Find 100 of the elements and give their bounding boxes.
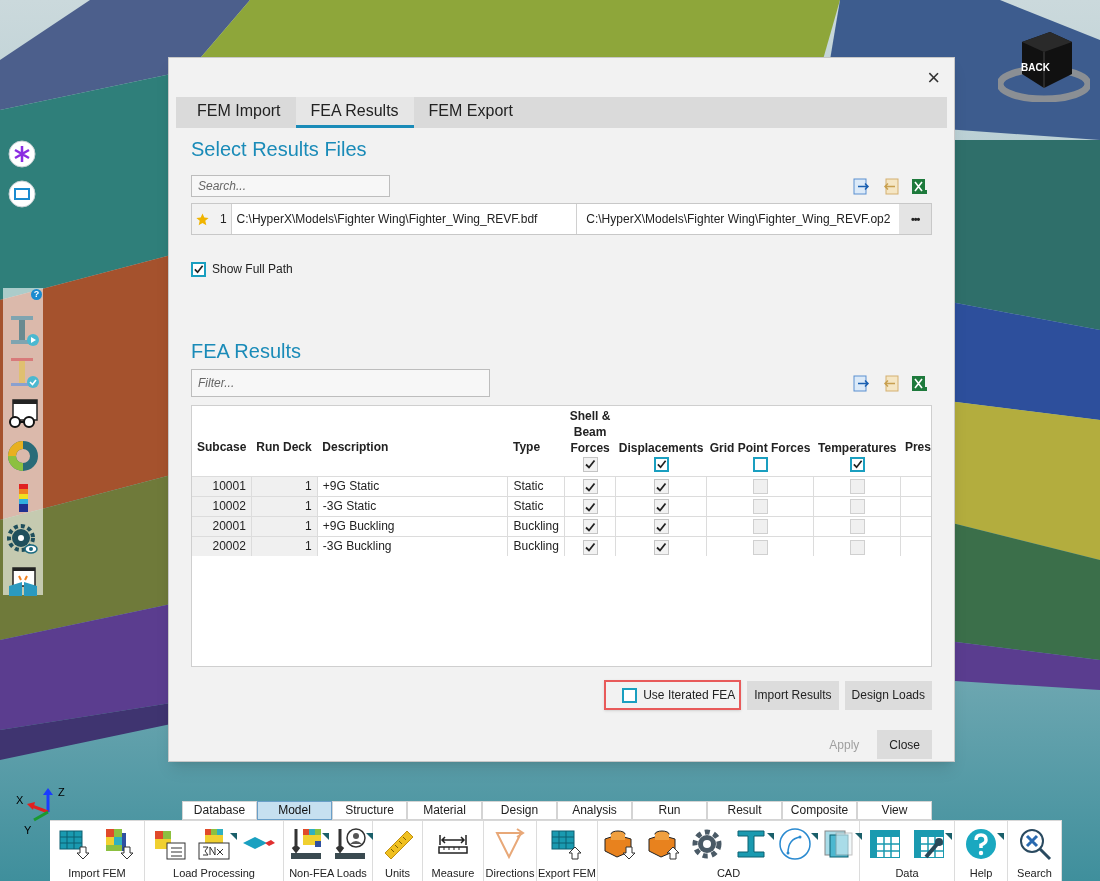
donut-chart-icon[interactable] (7, 440, 39, 472)
dropdown-corner-icon[interactable] (997, 833, 1004, 840)
export-icon[interactable] (853, 177, 870, 195)
cad-export-icon[interactable] (645, 827, 680, 861)
checkbox[interactable] (653, 499, 669, 515)
column-header[interactable]: Subcase (197, 439, 247, 454)
star-icon[interactable] (196, 212, 209, 226)
dropdown-corner-icon[interactable] (322, 833, 329, 840)
column-header[interactable]: Type (513, 439, 541, 454)
contour-load-icon[interactable] (289, 827, 323, 861)
ribbon-tab[interactable]: Composite (782, 801, 857, 820)
window-sparks-icon[interactable] (7, 566, 39, 598)
dropdown-corner-icon[interactable] (366, 833, 373, 840)
checkbox[interactable] (752, 479, 768, 495)
column-header[interactable]: Displacements (618, 439, 704, 456)
ribbon-tab[interactable]: Structure (332, 801, 407, 820)
checkbox[interactable] (849, 456, 865, 472)
spreadsheet-icon[interactable] (911, 374, 928, 392)
group-label: Directions (485, 867, 535, 880)
button[interactable]: Close (877, 730, 932, 759)
checkbox[interactable] (653, 479, 669, 495)
checkbox[interactable] (582, 479, 598, 495)
ribbon-tab[interactable]: Model (257, 801, 332, 820)
checkbox[interactable] (849, 499, 865, 515)
ribbon-tab[interactable]: Result (707, 801, 782, 820)
checkbox[interactable] (849, 539, 865, 555)
gear-eye-icon[interactable] (7, 524, 39, 556)
checkbox[interactable] (849, 479, 865, 495)
checkbox[interactable] (752, 456, 768, 472)
ribbon-tab[interactable]: Analysis (557, 801, 632, 820)
table-cell: 20002 (192, 536, 252, 556)
table-cell: Static (508, 496, 565, 516)
glasses-window-icon[interactable] (7, 398, 39, 430)
group-label: Export FEM (537, 867, 597, 880)
column-header[interactable]: Run Deck (256, 439, 312, 454)
button[interactable]: Design Loads (844, 680, 932, 710)
curve-icon[interactable] (777, 827, 812, 861)
column-header[interactable]: Description (322, 439, 389, 454)
checkbox[interactable] (582, 456, 598, 472)
ribbon-tab[interactable]: Design (482, 801, 557, 820)
asterisk-icon[interactable] (8, 140, 36, 168)
close-button[interactable]: × (925, 66, 942, 89)
sum-icon[interactable] (197, 827, 231, 861)
checkbox[interactable] (653, 456, 669, 472)
mesh-import-icon[interactable] (58, 827, 92, 861)
column-header[interactable]: Temperatures (818, 439, 897, 456)
more-button[interactable]: ••• (899, 204, 931, 234)
table-wrench-icon[interactable] (912, 827, 946, 861)
dropdown-corner-icon[interactable] (230, 833, 237, 840)
person-load-icon[interactable] (333, 827, 367, 861)
dropdown-corner-icon[interactable] (945, 833, 952, 840)
column-header[interactable]: Shell & Beam Forces (567, 407, 614, 456)
section-title: Select Results Files (191, 137, 368, 161)
dropdown-corner-icon[interactable] (854, 833, 862, 840)
ribbon-tab[interactable]: Run (632, 801, 707, 820)
help-button[interactable]: ? (31, 289, 42, 300)
button[interactable]: Import Results (747, 680, 839, 710)
column-header[interactable]: Pres (904, 439, 931, 454)
group-label: Import FEM (68, 867, 126, 880)
checkbox[interactable] (191, 261, 206, 277)
view-cube-label[interactable]: BACK (1021, 60, 1050, 75)
ribbon-tab[interactable]: Database (182, 801, 257, 820)
search-icon[interactable] (1017, 827, 1052, 861)
checkbox[interactable] (849, 519, 865, 535)
file-row[interactable]: 1 C:\HyperX\Models\Fighter Wing\Fighter_Wing_REVF.bdf C:\HyperX\Models\Fighter Wing\Fighter_Wing_REVF.op2 ••• (191, 203, 932, 235)
checkbox[interactable] (653, 539, 669, 555)
table-cell: 1 (251, 516, 318, 536)
table-icon[interactable] (868, 827, 902, 861)
checkbox[interactable] (752, 519, 768, 535)
table-cell: Buckling (508, 516, 565, 536)
export-icon[interactable] (853, 374, 870, 392)
checkbox[interactable] (622, 687, 638, 703)
filter-field[interactable]: Filter... (191, 369, 490, 397)
layered-block-icon[interactable] (821, 827, 856, 861)
tab[interactable]: FEA Results (295, 97, 414, 128)
checkbox[interactable] (752, 539, 768, 555)
checkbox[interactable] (653, 519, 669, 535)
checkbox[interactable] (582, 519, 598, 535)
table-cell: 1 (251, 536, 318, 556)
cad-import-icon[interactable] (601, 827, 636, 861)
table-cell: 1 (251, 496, 318, 516)
group-label: Data (895, 867, 919, 880)
spreadsheet-icon[interactable] (911, 177, 928, 195)
ribbon-tab[interactable]: View (857, 801, 932, 820)
tab[interactable]: FEM Import (182, 97, 296, 128)
group-label: CAD (716, 867, 741, 880)
column-header[interactable]: Grid Point Forces (709, 439, 811, 456)
dropdown-corner-icon[interactable] (810, 833, 818, 840)
tab[interactable]: FEM Export (413, 97, 529, 128)
table-cell: Buckling (508, 536, 565, 556)
checkbox[interactable] (582, 539, 598, 555)
ribbon-tab[interactable]: Material (407, 801, 482, 820)
checkbox[interactable] (752, 499, 768, 515)
checkbox[interactable] (582, 499, 598, 515)
table-cell: 10001 (192, 476, 252, 496)
search-field[interactable]: Search... (191, 175, 390, 197)
mesh-export-icon[interactable] (550, 827, 584, 861)
table-cell: +9G Buckling (317, 516, 508, 536)
dropdown-corner-icon[interactable] (766, 833, 774, 840)
row-number: 1 (219, 211, 227, 228)
